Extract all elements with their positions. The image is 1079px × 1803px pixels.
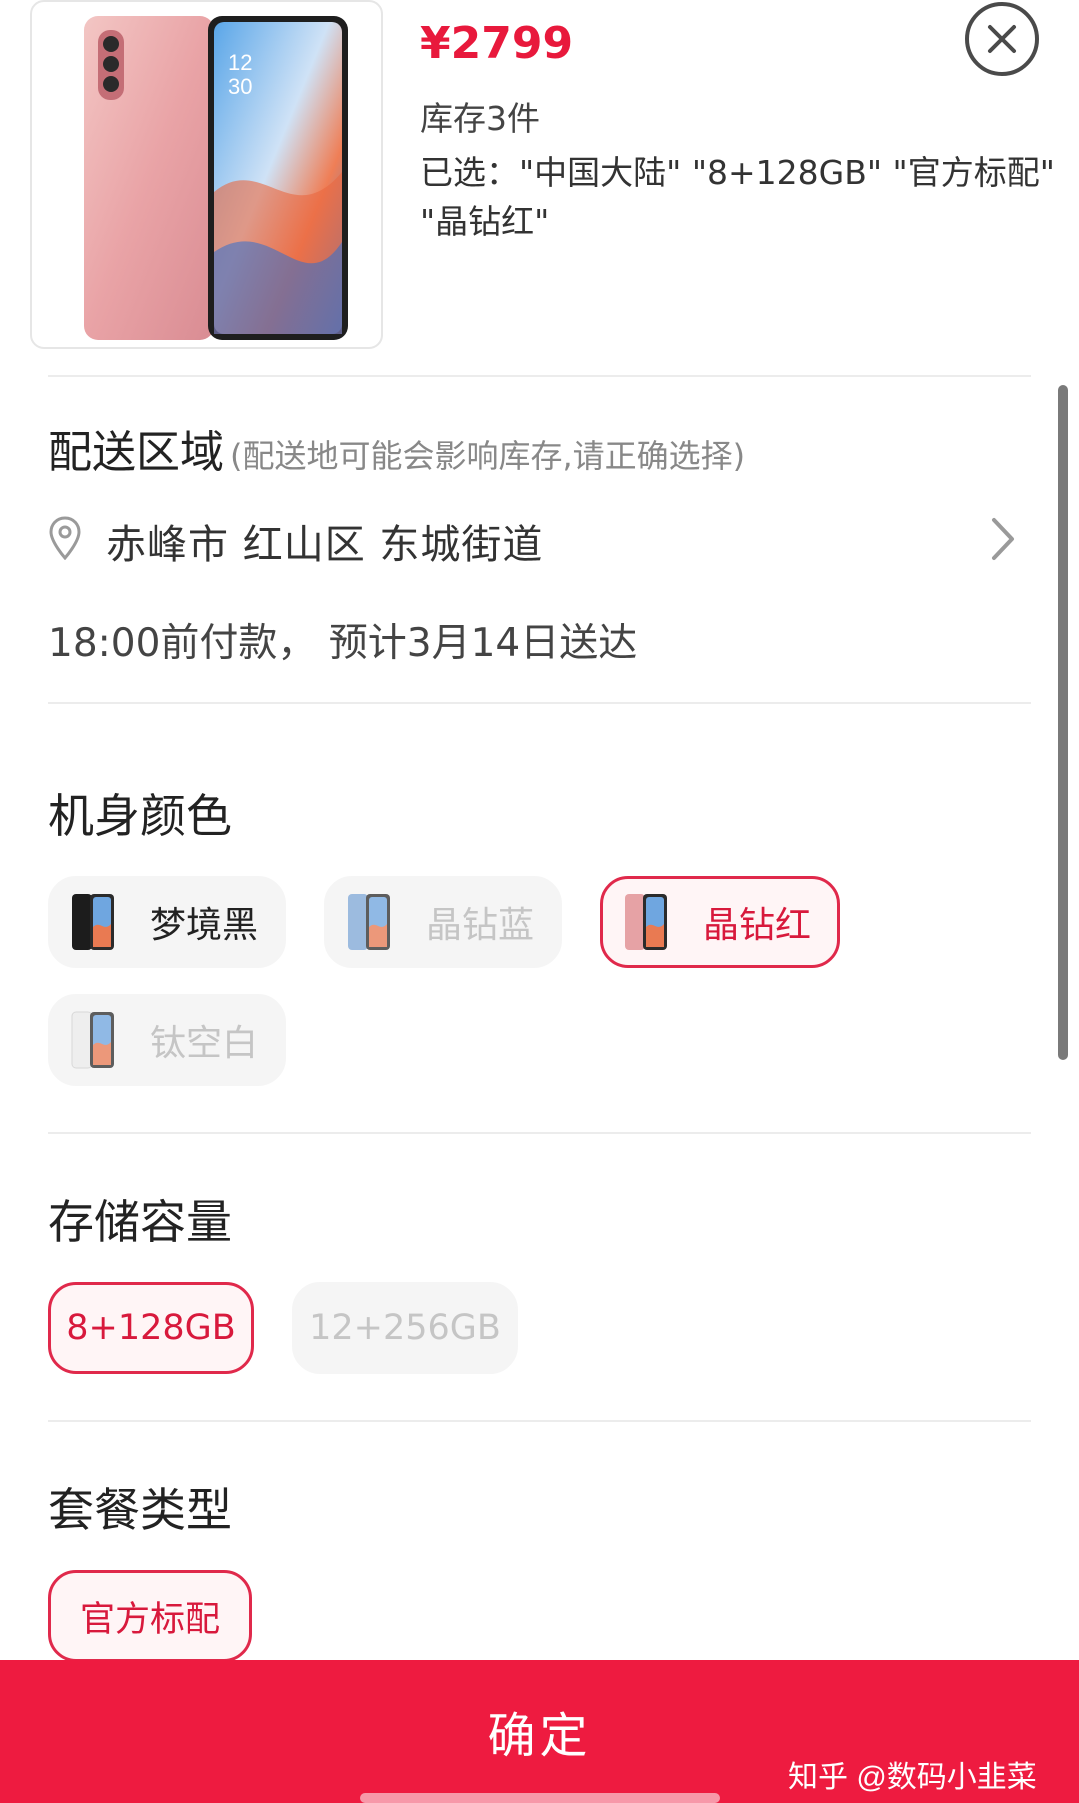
phone-thumbnail-icon [72,894,114,950]
stock-count: 库存3件 [420,99,540,138]
svg-text:30: 30 [228,74,252,99]
storage-option-label: 12+256GB [309,1308,501,1348]
selected-summary-line: 已选："中国大陆" "8+128GB" "官方标配" [420,153,1055,192]
color-option-label: 梦境黑 [150,905,259,946]
chevron-right-icon [992,518,1014,560]
color-option-label: 晶钻红 [703,905,812,946]
watermark-text: 知乎 @数码小韭菜 [788,1761,1037,1794]
color-option-label: 钛空白 [150,1023,259,1064]
divider [48,375,1031,377]
phone-thumbnail-icon [348,894,390,950]
delivery-section-title: 配送区域 (配送地可能会影响库存,请正确选择) [48,416,745,480]
storage-section-title: 存储容量 [48,1195,232,1249]
svg-text:12: 12 [228,50,252,75]
phone-thumbnail-icon [625,894,667,950]
phone-thumbnail-icon [71,1011,114,1069]
package-option-label: 官方标配 [79,1599,220,1640]
divider [48,1132,1031,1134]
divider [48,1420,1031,1422]
divider [48,702,1031,704]
product-price: ¥2799 [420,18,574,69]
storage-option-12-256[interactable]: 12+256GB [292,1282,518,1374]
delivery-hint: (配送地可能会影响库存,请正确选择) [230,437,746,475]
package-section-title: 套餐类型 [48,1483,232,1537]
color-option-red[interactable]: 晶钻红 [600,876,840,968]
package-option-standard[interactable]: 官方标配 [48,1570,252,1662]
color-section-title: 机身颜色 [48,789,232,843]
color-option-blue[interactable]: 晶钻蓝 [324,876,562,968]
home-indicator [360,1793,720,1803]
scrollbar[interactable] [1058,385,1068,1060]
confirm-button[interactable]: 确定 知乎 @数码小韭菜 [0,1660,1079,1803]
storage-option-label: 8+128GB [66,1308,236,1348]
location-selector[interactable]: 赤峰市 红山区 东城街道 [48,508,1018,576]
storage-option-8-128[interactable]: 8+128GB [48,1282,254,1374]
location-pin-icon [49,516,81,560]
close-icon[interactable] [965,2,1039,76]
delivery-title: 配送区域 [48,427,224,478]
color-option-label: 晶钻蓝 [426,905,535,946]
color-option-white[interactable]: 钛空白 [48,994,286,1086]
color-option-black[interactable]: 梦境黑 [48,876,286,968]
sku-selector-sheet: 12 30 ¥2799 库存3件 已选："中国大陆" "8+128GB" "官方… [0,0,1079,1803]
product-image: 12 30 [30,0,383,349]
delivery-eta: 18:00前付款， 预计3月14日送达 [48,621,638,666]
selected-summary-line: "晶钻红" [420,202,550,241]
location-text: 赤峰市 红山区 东城街道 [106,522,544,568]
selected-summary: 已选："中国大陆" "8+128GB" "官方标配" "晶钻红" [420,148,1060,246]
